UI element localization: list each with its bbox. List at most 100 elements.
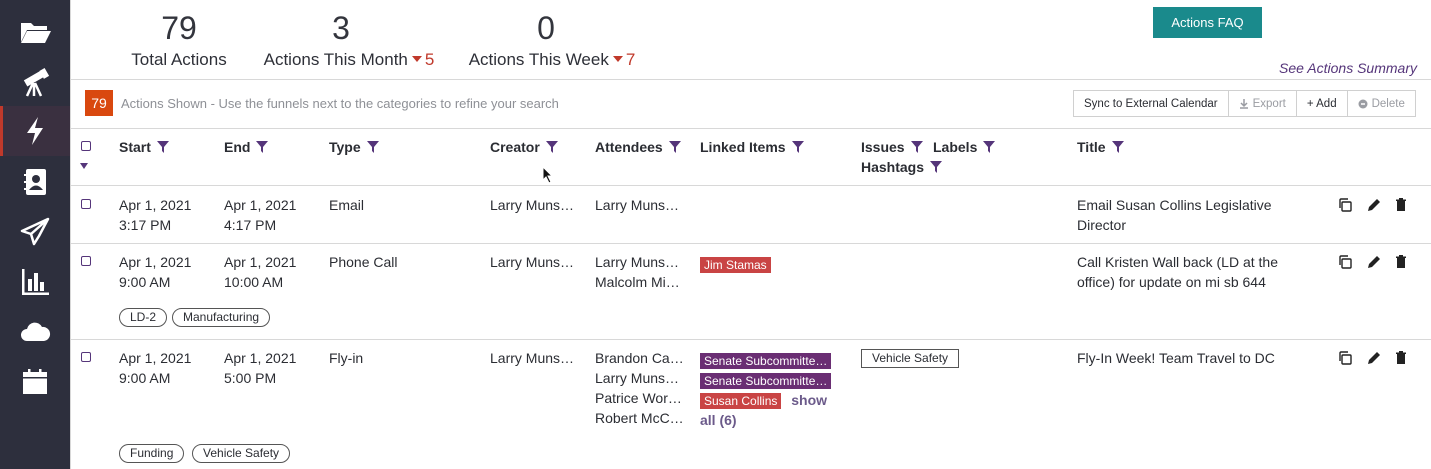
add-button[interactable]: + Add [1295, 90, 1348, 117]
stat-month-value: 3 [332, 10, 350, 46]
type-cell: Email [329, 197, 365, 213]
linked-item-tag[interactable]: Jim Stamas [700, 257, 771, 273]
attendee: Malcolm Mi… [595, 274, 680, 290]
export-label: Export [1252, 97, 1286, 110]
row-checkbox[interactable] [81, 199, 91, 209]
column-header-labels[interactable]: Labels [933, 139, 996, 155]
add-label: + Add [1306, 97, 1337, 110]
edit-pencil-icon[interactable] [1366, 197, 1382, 213]
attendee: Larry Muns… [595, 197, 680, 213]
actions-faq-button[interactable]: Actions FAQ [1153, 7, 1262, 38]
column-header-start[interactable]: Start [119, 139, 169, 155]
stat-total-label: Total Actions [131, 50, 227, 69]
divider [71, 79, 1431, 80]
sidebar-item-reports[interactable] [0, 257, 70, 307]
trash-icon[interactable] [1393, 350, 1409, 366]
trash-icon[interactable] [1393, 197, 1409, 213]
attendee: Brandon Ca… [595, 350, 684, 366]
trash-icon[interactable] [1393, 254, 1409, 270]
sidebar-item-files[interactable] [0, 7, 70, 57]
column-label: Issues [861, 139, 905, 155]
sidebar-item-actions[interactable] [0, 106, 70, 156]
sidebar [0, 0, 70, 469]
column-header-issues[interactable]: Issues [861, 139, 923, 155]
export-button[interactable]: Export [1227, 90, 1297, 117]
select-all-checkbox[interactable] [81, 141, 91, 151]
sidebar-item-research[interactable] [0, 57, 70, 107]
linked-item-tag[interactable]: Senate Subcommitte… [700, 353, 832, 369]
label-pill[interactable]: Funding [119, 444, 185, 463]
start-cell: Apr 1, 2021 3:17 PM [119, 195, 191, 235]
folder-open-icon [21, 23, 51, 43]
sidebar-item-cloud[interactable] [0, 307, 70, 357]
filter-funnel-icon[interactable] [791, 141, 804, 153]
paper-plane-icon [20, 217, 50, 246]
edit-pencil-icon[interactable] [1366, 254, 1382, 270]
start-date: Apr 1, 2021 [119, 254, 192, 270]
filter-funnel-icon[interactable] [366, 141, 379, 153]
copy-icon[interactable] [1337, 350, 1353, 366]
linked-items-cell: Jim Stamas [700, 254, 771, 274]
copy-icon[interactable] [1337, 197, 1353, 213]
delete-button[interactable]: Delete [1346, 90, 1416, 117]
column-header-attendees[interactable]: Attendees [595, 139, 681, 155]
copy-icon[interactable] [1337, 254, 1353, 270]
select-dropdown-caret[interactable] [80, 163, 88, 169]
column-header-type[interactable]: Type [329, 139, 379, 155]
title-cell: Email Susan Collins Legislative Director [1077, 197, 1272, 233]
cloud-icon [21, 322, 51, 341]
attendee: Larry Muns… [595, 370, 680, 386]
filter-funnel-icon[interactable] [1111, 141, 1124, 153]
calendar-icon [23, 369, 47, 394]
column-header-title[interactable]: Title [1077, 139, 1124, 155]
label-pill[interactable]: Manufacturing [172, 308, 271, 327]
label-pill[interactable]: LD-2 [119, 308, 168, 327]
see-actions-summary-link[interactable]: See Actions Summary [1279, 60, 1417, 76]
end-cell: Apr 1, 2021 5:00 PM [224, 348, 296, 388]
linked-item-tag[interactable]: Senate Subcommitte… [700, 373, 832, 389]
end-date: Apr 1, 2021 [224, 197, 297, 213]
action-toolbar: Sync to External Calendar Export + Add D… [1073, 90, 1416, 117]
linked-item-tag[interactable]: Susan Collins [700, 393, 782, 409]
telescope-icon [23, 68, 50, 97]
column-label: End [224, 139, 251, 155]
actions-count-badge: 79 [85, 90, 113, 116]
filter-funnel-icon[interactable] [256, 141, 269, 153]
delete-circle-icon [1358, 99, 1368, 108]
filter-funnel-icon[interactable] [545, 141, 558, 153]
filter-funnel-icon[interactable] [668, 141, 681, 153]
column-header-end[interactable]: End [224, 139, 269, 155]
column-label: Linked Items [700, 139, 786, 155]
edit-pencil-icon[interactable] [1366, 350, 1382, 366]
label-pill[interactable]: Vehicle Safety [192, 444, 291, 463]
stat-week-delta: 7 [625, 50, 636, 69]
sidebar-item-contacts[interactable] [0, 157, 70, 207]
end-cell: Apr 1, 2021 10:00 AM [224, 252, 296, 292]
sidebar-item-outreach[interactable] [0, 207, 70, 257]
sync-calendar-button[interactable]: Sync to External Calendar [1073, 90, 1229, 117]
column-label: Type [329, 139, 361, 155]
sidebar-item-calendar[interactable] [0, 357, 70, 407]
show-all-link[interactable]: show [791, 392, 827, 408]
creator-cell: Larry Muns… [490, 254, 575, 270]
end-time: 10:00 AM [224, 274, 284, 290]
filter-funnel-icon[interactable] [983, 141, 996, 153]
filter-funnel-icon[interactable] [156, 141, 169, 153]
filter-funnel-icon[interactable] [910, 141, 923, 153]
column-header-hashtags[interactable]: Hashtags [861, 159, 943, 175]
bar-chart-icon [22, 269, 49, 295]
divider [71, 185, 1431, 186]
attendee: Larry Muns… [595, 254, 680, 270]
column-header-creator[interactable]: Creator [490, 139, 558, 155]
row-checkbox[interactable] [81, 352, 91, 362]
column-header-linked-items[interactable]: Linked Items [700, 139, 804, 155]
down-arrow-icon [411, 55, 422, 62]
issue-tag[interactable]: Vehicle Safety [861, 349, 960, 368]
show-all-link[interactable]: all (6) [700, 412, 737, 428]
row-checkbox[interactable] [81, 256, 91, 266]
start-time: 9:00 AM [119, 370, 171, 386]
filter-funnel-icon[interactable] [930, 161, 943, 173]
delete-label: Delete [1371, 97, 1405, 110]
creator-cell: Larry Muns… [490, 350, 575, 366]
attendees-cell: Larry Muns… [595, 195, 679, 215]
